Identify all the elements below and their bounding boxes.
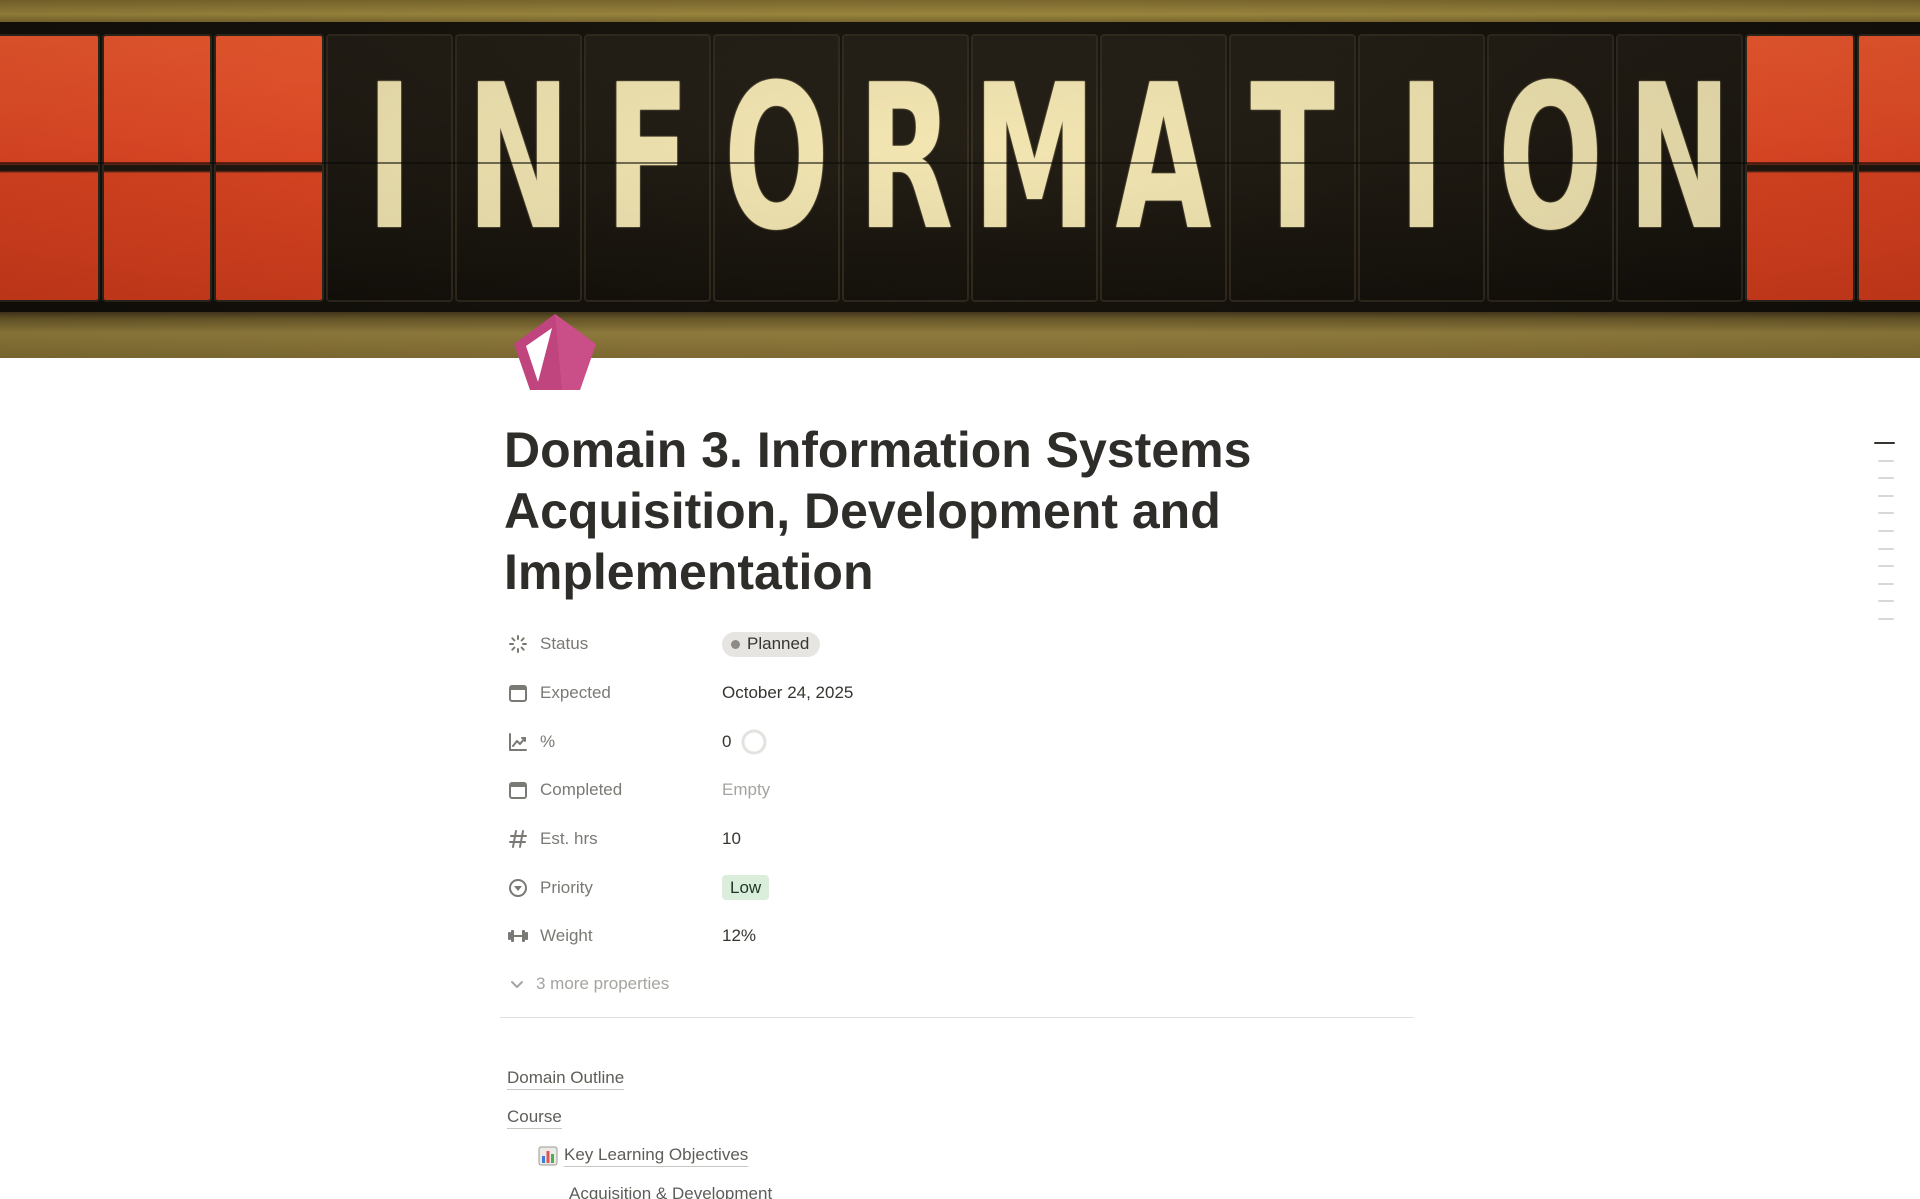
toc-item[interactable] [1874, 442, 1895, 444]
property-label-text: Est. hrs [540, 829, 598, 849]
property-est-hrs[interactable]: Est. hrs 10 [504, 815, 1414, 864]
toc-item[interactable] [1878, 582, 1894, 585]
toc-item[interactable] [1878, 477, 1894, 480]
property-label[interactable]: Priority [504, 870, 722, 906]
chevron-down-icon [511, 980, 523, 988]
property-value[interactable]: 10 [722, 821, 741, 857]
property-label-text: Priority [540, 877, 593, 897]
property-value[interactable]: 0 [722, 724, 767, 760]
calendar-icon [506, 681, 530, 705]
toc-item[interactable] [1878, 617, 1894, 620]
link-text[interactable]: Course [507, 1107, 562, 1129]
property-label-text: % [540, 731, 556, 751]
priority-tag[interactable]: Low [722, 875, 770, 901]
cover-letter: O [1497, 42, 1604, 275]
property-label[interactable]: Est. hrs [504, 821, 722, 857]
progress-ring [741, 729, 767, 755]
cover-red-panel [1745, 34, 1855, 302]
property-status[interactable]: Status Planned [504, 620, 1414, 669]
cover-split-line [0, 162, 1920, 164]
property-value[interactable]: Low [722, 870, 770, 906]
property-label[interactable]: Weight [504, 918, 722, 954]
calendar-icon [506, 778, 530, 802]
toc-item[interactable] [1878, 600, 1894, 603]
pentagon-icon[interactable] [512, 312, 598, 392]
table-of-contents[interactable] [1874, 442, 1896, 636]
cover-red-panel [102, 34, 212, 302]
properties-divider [500, 1017, 1414, 1018]
cover-letter: M [972, 42, 1097, 275]
cover-letter: R [857, 42, 954, 275]
property-label[interactable]: Completed [504, 772, 722, 808]
property-label[interactable]: Expected [504, 675, 722, 711]
toc-item[interactable] [1878, 529, 1894, 532]
property-value-empty[interactable]: Empty [722, 772, 770, 808]
property-label[interactable]: % [504, 724, 722, 760]
page-title[interactable]: Domain 3. Information Systems Acquisitio… [504, 420, 1324, 603]
status-dot [731, 639, 740, 649]
dumbbell-icon [506, 924, 530, 948]
status-text: Planned [747, 634, 810, 654]
cover-letter: I [1398, 42, 1445, 275]
cover-letter: A [1115, 42, 1212, 275]
property-value[interactable]: 12% [722, 918, 756, 954]
trend-chart-icon [506, 730, 530, 754]
link-key-learning-objectives[interactable]: Key Learning Objectives [507, 1137, 1407, 1176]
property-label-text: Expected [540, 683, 611, 703]
link-domain-outline[interactable]: Domain Outline [507, 1060, 1407, 1099]
property-label-text: Status [540, 634, 589, 654]
toc-item[interactable] [1878, 565, 1894, 568]
toc-item[interactable] [1878, 494, 1894, 497]
bar-chart-icon [538, 1146, 558, 1166]
cover-letter: F [605, 42, 690, 275]
cover-red-panel [0, 34, 100, 302]
more-properties-label: 3 more properties [536, 973, 670, 993]
cover-letter: T [1250, 42, 1335, 275]
cover-letter: N [1627, 42, 1732, 275]
properties-panel: Status Planned Expected October 24, 2025… [504, 620, 1414, 1002]
page-cover[interactable]: INFORMATION [0, 0, 1920, 358]
cover-letter: O [723, 42, 830, 275]
link-text[interactable]: Domain Outline [507, 1068, 625, 1091]
status-badge[interactable]: Planned [722, 631, 821, 657]
link-text[interactable]: Key Learning Objectives [564, 1145, 749, 1168]
cover-letter: I [366, 42, 413, 275]
progress-value: 0 [722, 731, 732, 751]
toc-item[interactable] [1878, 547, 1894, 550]
page-content: Domain Outline Course Key Learning Objec… [507, 1060, 1407, 1199]
hash-icon [506, 827, 530, 851]
property-label-text: Weight [540, 926, 593, 946]
more-properties-toggle[interactable]: 3 more properties [504, 966, 1414, 1002]
cover-red-panel [214, 34, 324, 302]
link-text[interactable]: Acquisition & Development [569, 1184, 772, 1199]
property-label-text: Completed [540, 780, 623, 800]
toc-item[interactable] [1878, 512, 1894, 515]
property-priority[interactable]: Priority Low [504, 863, 1414, 912]
property-value[interactable]: Planned [722, 626, 821, 662]
toc-item[interactable] [1878, 459, 1894, 462]
property-percent[interactable]: % 0 [504, 717, 1414, 766]
cover-letter: N [466, 42, 571, 275]
property-weight[interactable]: Weight 12% [504, 912, 1414, 961]
link-acquisition-development[interactable]: Acquisition & Development [507, 1176, 1407, 1199]
link-course[interactable]: Course [507, 1099, 1407, 1138]
status-spinner-icon [506, 632, 530, 656]
property-completed[interactable]: Completed Empty [504, 766, 1414, 815]
priority-circle-icon [506, 876, 530, 900]
cover-red-panel [1857, 34, 1920, 302]
property-value[interactable]: October 24, 2025 [722, 675, 853, 711]
property-label[interactable]: Status [504, 626, 722, 662]
property-expected[interactable]: Expected October 24, 2025 [504, 669, 1414, 718]
